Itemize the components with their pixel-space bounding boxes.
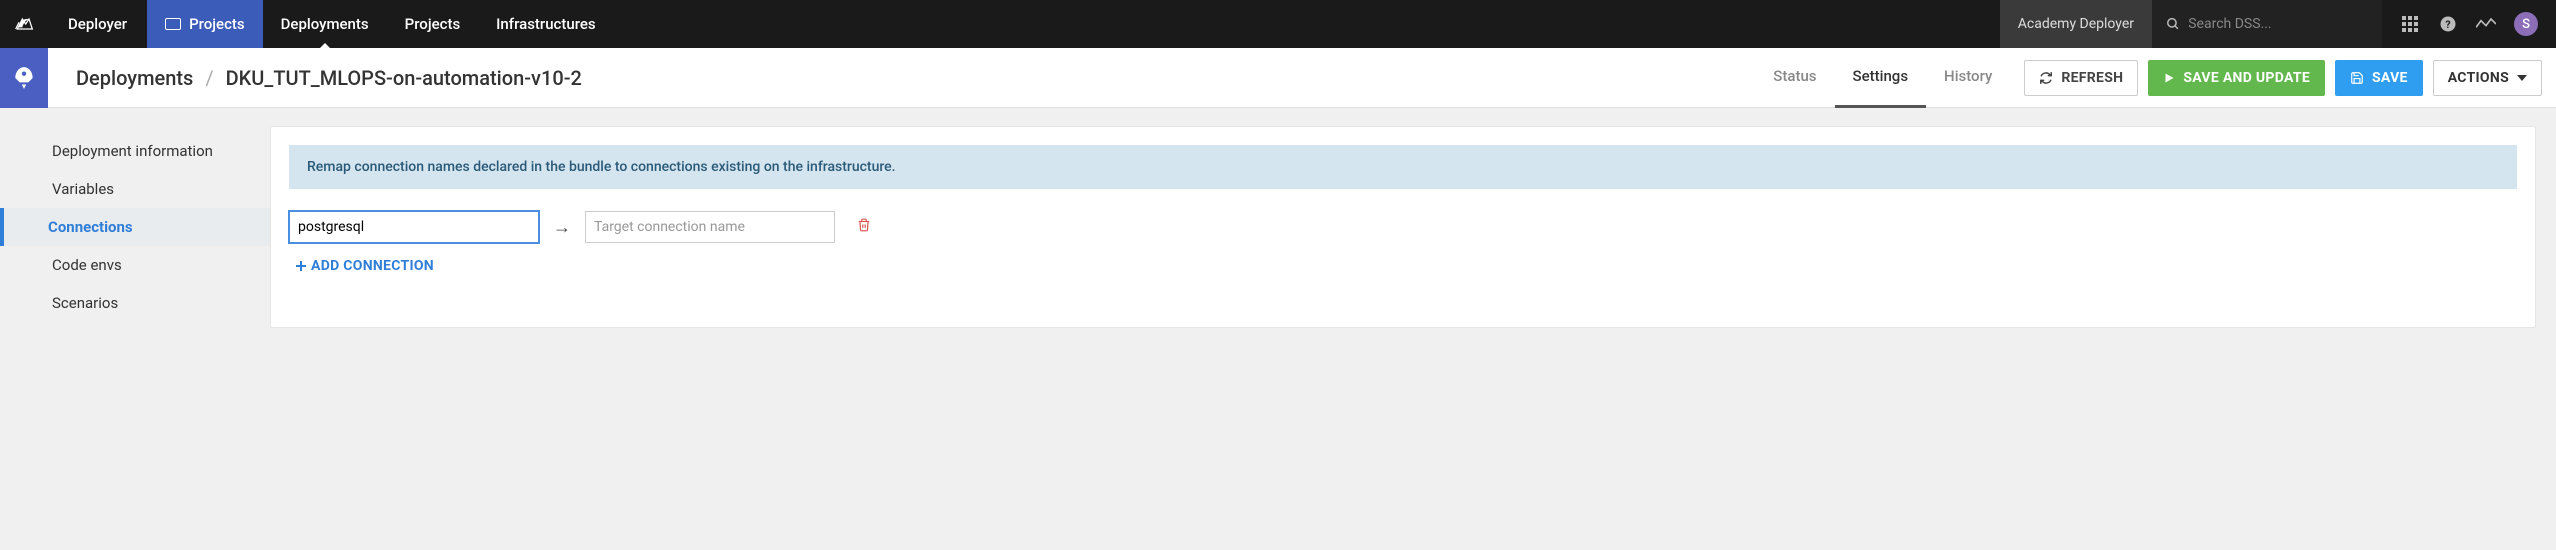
help-icon[interactable]: ?: [2438, 14, 2458, 34]
tab-settings[interactable]: Settings: [1835, 48, 1927, 108]
save-and-update-button[interactable]: SAVE AND UPDATE: [2148, 60, 2325, 96]
save-disk-icon: [2350, 71, 2364, 85]
project-rocket-icon[interactable]: [0, 48, 48, 108]
trash-icon: [857, 217, 871, 233]
connection-mapping-row: →: [289, 211, 2517, 243]
add-connection-button[interactable]: ADD CONNECTION: [295, 258, 434, 274]
tenant-label[interactable]: Academy Deployer: [2000, 0, 2152, 48]
tab-label: Projects: [405, 15, 461, 33]
button-label: ACTIONS: [2448, 70, 2509, 86]
plus-icon: [295, 260, 307, 272]
button-label: SAVE AND UPDATE: [2183, 70, 2310, 86]
actions-dropdown[interactable]: ACTIONS: [2433, 60, 2542, 96]
delete-row-button[interactable]: [857, 217, 871, 237]
bird-logo-icon[interactable]: [0, 0, 48, 48]
sidenav-item-variables[interactable]: Variables: [0, 170, 270, 208]
sidenav-item-deployment-info[interactable]: Deployment information: [0, 132, 270, 170]
settings-sidenav: Deployment information Variables Connect…: [0, 126, 270, 328]
sidenav-item-scenarios[interactable]: Scenarios: [0, 284, 270, 322]
refresh-icon: [2039, 71, 2053, 85]
topbar-tab-infrastructures[interactable]: Infrastructures: [478, 0, 613, 48]
user-avatar[interactable]: S: [2514, 12, 2538, 36]
button-label: SAVE: [2372, 70, 2408, 86]
breadcrumb-item: DKU_TUT_MLOPS-on-automation-v10-2: [226, 66, 582, 90]
sidenav-item-connections[interactable]: Connections: [0, 208, 270, 246]
sidenav-item-code-envs[interactable]: Code envs: [0, 246, 270, 284]
arrow-right-icon: →: [553, 217, 571, 238]
info-banner: Remap connection names declared in the b…: [289, 145, 2517, 189]
topbar-tab-projects[interactable]: Projects: [147, 0, 263, 48]
target-connection-input[interactable]: [585, 211, 835, 243]
breadcrumb: Deployments / DKU_TUT_MLOPS-on-automatio…: [48, 66, 610, 90]
apps-grid-icon[interactable]: [2400, 14, 2420, 34]
app-name: Deployer: [48, 15, 147, 33]
search-input[interactable]: [2188, 16, 2368, 32]
page-header: Deployments / DKU_TUT_MLOPS-on-automatio…: [0, 48, 2556, 108]
play-icon: [2163, 72, 2175, 84]
connections-panel: Remap connection names declared in the b…: [270, 126, 2536, 328]
button-label: REFRESH: [2061, 70, 2123, 86]
breadcrumb-root[interactable]: Deployments: [76, 66, 193, 90]
source-connection-input[interactable]: [289, 211, 539, 243]
tab-label: Infrastructures: [496, 15, 595, 33]
tab-history[interactable]: History: [1926, 48, 2010, 108]
save-button[interactable]: SAVE: [2335, 60, 2423, 96]
activity-icon[interactable]: [2476, 14, 2496, 34]
global-search[interactable]: [2152, 0, 2382, 48]
search-icon: [2166, 16, 2180, 32]
add-label: ADD CONNECTION: [311, 258, 434, 274]
svg-text:?: ?: [2445, 18, 2450, 31]
refresh-button[interactable]: REFRESH: [2024, 60, 2138, 96]
topbar-tab-deployments[interactable]: Deployments: [263, 0, 387, 48]
top-navbar: Deployer Projects Deployments Projects I…: [0, 0, 2556, 48]
tab-label: Projects: [189, 15, 245, 33]
topbar-tab-projects-2[interactable]: Projects: [387, 0, 479, 48]
caret-down-icon: [2517, 75, 2527, 81]
tab-label: Deployments: [281, 15, 369, 33]
breadcrumb-separator: /: [205, 66, 213, 90]
window-icon: [165, 18, 181, 30]
tab-status[interactable]: Status: [1755, 48, 1834, 108]
